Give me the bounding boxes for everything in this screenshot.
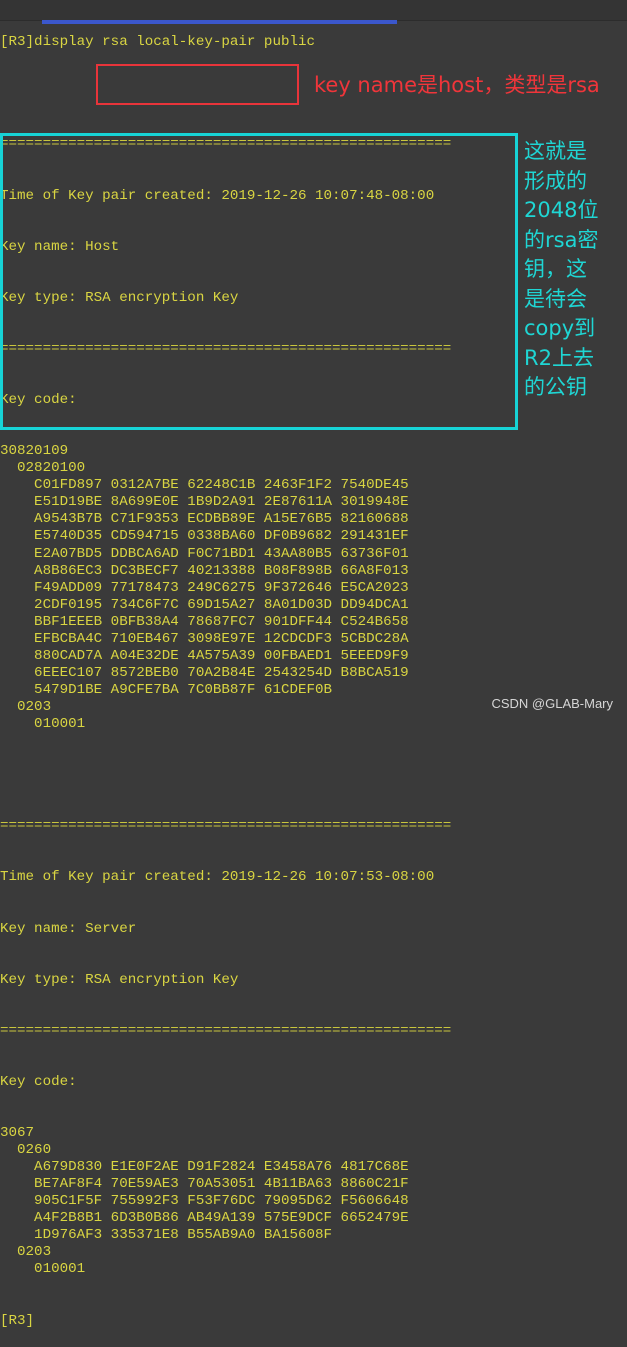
key-code-line: BE7AF8F4 70E59AE3 70A53051 4B11BA63 8860… (0, 1176, 409, 1193)
annotation-line: 的rsa密 (524, 227, 599, 252)
server-time-created: Time of Key pair created: 2019-12-26 10:… (0, 869, 435, 886)
annotation-line: 这就是 (524, 139, 587, 163)
key-code-line: 2CDF0195 734C6F7C 69D15A27 8A01D03D DD94… (0, 596, 409, 613)
key-code-line: A8B86EC3 DC3BECF7 40213388 B08F898B 66A8… (0, 562, 409, 579)
key-code-line: 5479D1BE A9CFE7BA 7C0BB87F 61CDEF0B (0, 681, 333, 698)
key-code-line: A679D830 E1E0F2AE D91F2824 E3458A76 4817… (0, 1159, 409, 1176)
host-key-code-block: 30820109 02820100 C01FD897 0312A7BE 6224… (0, 443, 451, 733)
separator: ========================================… (0, 1022, 452, 1039)
key-code-line: E5740D35 CD594715 0338BA60 DF0B9682 2914… (0, 528, 409, 545)
key-code-line: 880CAD7A A04E32DE 4A575A39 00FBAED1 5EEE… (0, 647, 409, 664)
key-code-line: 0260 (0, 1142, 52, 1159)
key-code-line: A4F2B8B1 6D3B0B86 AB49A139 575E9DCF 6652… (0, 1210, 409, 1227)
annotation-line: 是待会 (524, 286, 587, 311)
key-code-line: 30820109 (0, 443, 69, 460)
watermark: CSDN @GLAB-Mary (491, 696, 613, 711)
key-name-annotation: key name是host，类型是rsa (314, 73, 600, 97)
key-code-line: 3067 (0, 1125, 35, 1142)
key-code-line: C01FD897 0312A7BE 62248C1B 2463F1F2 7540… (0, 477, 409, 494)
key-code-line: EFBCBA4C 710EB467 3098E97E 12CDCDF3 5CBD… (0, 630, 409, 647)
key-code-line: 010001 (0, 715, 86, 732)
annotation-line: 形成的 (524, 168, 587, 193)
annotation-line: 2048位 (524, 198, 599, 222)
command-line: [R3]display rsa local-key-pair public (0, 34, 316, 51)
key-code-line: BBF1EEEB 0BFB38A4 78687FC7 901DFF44 C524… (0, 613, 409, 630)
server-key-type: Key type: RSA encryption Key (0, 971, 239, 988)
key-code-line: 1D976AF3 335371E8 B55AB9A0 BA15608F (0, 1227, 333, 1244)
annotation-line: R2上去 (524, 345, 594, 370)
key-code-line: E51D19BE 8A699E0E 1B9D2A91 2E87611A 3019… (0, 494, 409, 511)
key-code-line: 0203 (0, 698, 52, 715)
key-code-line: 02820100 (0, 460, 86, 477)
key-code-line: 905C1F5F 755992F3 F53F76DC 79095D62 F560… (0, 1193, 409, 1210)
server-key-code-label: Key code: (0, 1073, 77, 1090)
key-code-line: E2A07BD5 DDBCA6AD F0C71BD1 43AA80B5 6373… (0, 545, 409, 562)
key-code-line: A9543B7B C71F9353 ECDBB89E A15E76B5 8216… (0, 511, 409, 528)
key-code-highlight-box (0, 133, 518, 430)
command-underline-highlight (42, 20, 397, 24)
separator: ========================================… (0, 818, 452, 835)
key-code-annotation: 这就是形成的 2048位的rsa密钥，这是待会 copy到 R2上去的公钥 (524, 137, 624, 403)
server-key-code-block: 3067 0260 A679D830 E1E0F2AE D91F2824 E34… (0, 1125, 451, 1278)
key-name-type-highlight-box (96, 64, 299, 105)
annotation-line: 的公钥 (524, 375, 587, 399)
prompt-line[interactable]: [R3] (0, 1313, 451, 1330)
key-code-line: F49ADD09 77178473 249C6275 9F372646 E5CA… (0, 579, 409, 596)
key-code-line: 010001 (0, 1261, 86, 1278)
key-code-line: 6EEEC107 8572BEB0 70A2B84E 2543254D B8BC… (0, 664, 409, 681)
annotation-line: copy到 (524, 316, 596, 340)
annotation-line: 钥，这 (524, 257, 587, 281)
key-code-line: 0203 (0, 1244, 52, 1261)
server-key-name: Key name: Server (0, 920, 137, 937)
